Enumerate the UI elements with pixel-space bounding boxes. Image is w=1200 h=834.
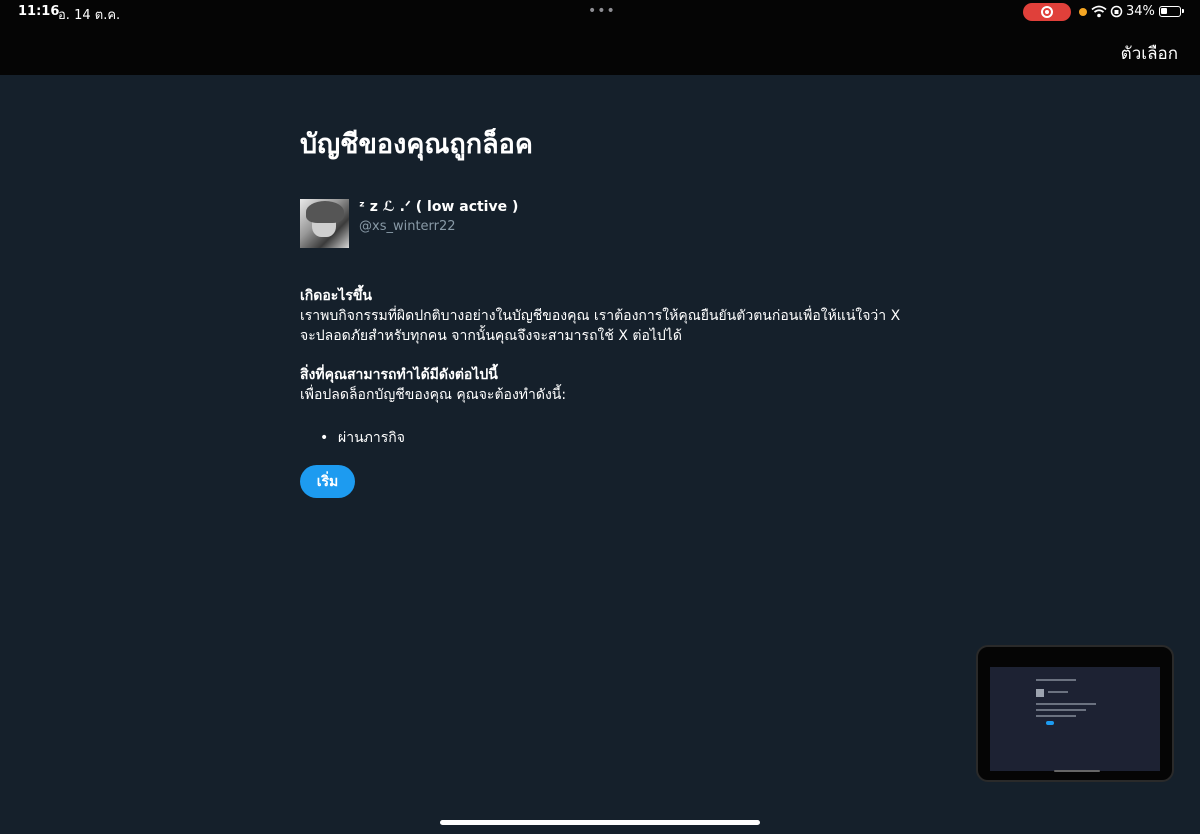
locked-account-content: บัญชีของคุณถูกล็อค ᶻ z ℒ .ᐟ ( low active… <box>300 125 920 498</box>
list-item: ผ่านภารกิจ <box>320 428 405 448</box>
what-happened-heading: เกิดอะไรขึ้น <box>300 288 372 304</box>
options-button[interactable]: ตัวเลือก <box>1121 40 1178 67</box>
privacy-indicator-icon <box>1079 8 1087 16</box>
battery-percentage: 34% <box>1126 4 1155 19</box>
what-happened-section: เกิดอะไรขึ้น เราพบกิจกรรมที่ผิดปกติบางอย… <box>300 286 920 346</box>
top-header: ตัวเลือก <box>0 24 1200 75</box>
task-list: ผ่านภารกิจ <box>320 428 405 448</box>
screen-record-icon[interactable] <box>1023 3 1071 21</box>
picture-in-picture-window[interactable] <box>976 645 1174 782</box>
status-date: อ. 14 ต.ค. <box>58 8 121 23</box>
status-time: 11:16 <box>18 4 60 19</box>
multitasking-menu-icon[interactable]: ••• <box>588 3 615 19</box>
avatar <box>300 199 349 248</box>
what-you-can-do-body: เพื่อปลดล็อกบัญชีของคุณ คุณจะต้องทำดังนี… <box>300 387 567 403</box>
page-title: บัญชีของคุณถูกล็อค <box>300 129 533 160</box>
what-happened-body: เราพบกิจกรรมที่ผิดปกติบางอย่างในบัญชีของ… <box>300 308 901 344</box>
orientation-lock-icon <box>1110 5 1123 18</box>
pip-screen-preview <box>990 667 1160 771</box>
battery-icon <box>1159 6 1184 17</box>
start-button[interactable]: เริ่ม <box>300 465 355 498</box>
user-handle: @xs_winterr22 <box>359 219 456 234</box>
wifi-icon <box>1091 5 1107 18</box>
display-name: ᶻ z ℒ .ᐟ ( low active ) <box>359 199 519 215</box>
what-you-can-do-heading: สิ่งที่คุณสามารถทำได้มีดังต่อไปนี้ <box>300 367 498 383</box>
what-you-can-do-section: สิ่งที่คุณสามารถทำได้มีดังต่อไปนี้ เพื่อ… <box>300 365 920 405</box>
account-info: ᶻ z ℒ .ᐟ ( low active ) @xs_winterr22 <box>300 199 700 249</box>
status-bar: 11:16 อ. 14 ต.ค. ••• 34% <box>0 0 1200 24</box>
home-indicator[interactable] <box>440 820 760 825</box>
